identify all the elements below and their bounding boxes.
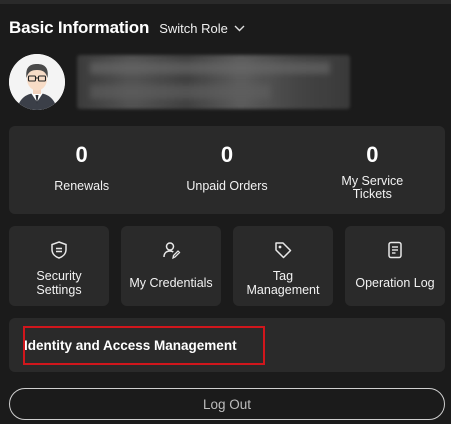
log-out-label: Log Out — [202, 396, 252, 412]
stat-service-tickets[interactable]: 0 My Service Tickets — [300, 126, 445, 214]
redacted-user-id — [90, 85, 270, 99]
stat-value: 0 — [366, 142, 379, 167]
stat-label: Unpaid Orders — [186, 179, 268, 193]
operation-log-button[interactable]: Operation Log — [345, 226, 445, 306]
credentials-icon — [163, 242, 181, 260]
account-panel: Basic Information Switch Role 0 Renewals — [0, 0, 451, 424]
quick-links: Security Settings My Credentials Tag Man… — [9, 226, 445, 306]
stat-label: Renewals — [54, 179, 110, 193]
stats-card: 0 Renewals 0 Unpaid Orders 0 My Service … — [9, 126, 445, 214]
stat-value: 0 — [75, 142, 88, 167]
log-out-button[interactable]: Log Out — [9, 388, 445, 420]
panel-title: Basic Information — [9, 18, 150, 37]
stat-label: My Service Tickets — [341, 174, 404, 201]
my-credentials-button[interactable]: My Credentials — [121, 226, 221, 306]
tile-label: Operation Log — [355, 276, 435, 290]
tile-label: Security Settings — [36, 269, 82, 297]
tag-icon — [275, 242, 292, 259]
user-avatar-icon — [9, 54, 65, 110]
chevron-down-icon — [234, 25, 245, 31]
top-divider — [0, 0, 451, 4]
panel-header: Basic Information Switch Role — [9, 14, 245, 42]
shield-icon — [51, 241, 67, 259]
switch-role-label: Switch Role — [159, 20, 228, 36]
highlight-box — [23, 326, 265, 365]
tile-label: My Credentials — [129, 276, 213, 290]
stat-unpaid-orders[interactable]: 0 Unpaid Orders — [154, 126, 299, 214]
stat-value: 0 — [220, 142, 234, 167]
switch-role-button[interactable]: Switch Role — [159, 21, 245, 36]
redacted-user-name — [90, 62, 330, 74]
tag-management-button[interactable]: Tag Management — [233, 226, 333, 306]
security-settings-button[interactable]: Security Settings — [9, 226, 109, 306]
tile-label: Tag Management — [246, 269, 320, 297]
log-icon — [388, 241, 402, 259]
stat-renewals[interactable]: 0 Renewals — [9, 126, 154, 214]
